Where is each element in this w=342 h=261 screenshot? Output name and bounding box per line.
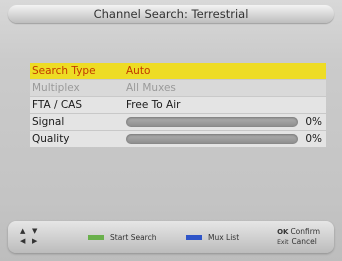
start-search-hint[interactable]: Start Search [88,233,156,242]
multiplex-label: Multiplex [32,82,80,94]
down-arrow-icon: ▼ [32,227,38,235]
menu-row-multiplex: Multiplex All Muxes [30,80,326,96]
footer-hint-bar: ▲ ▼ ◀ ▶ Start Search Mux List OK Confirm Ex… [8,221,334,253]
quality-label: Quality [32,133,70,145]
menu-row-quality: Quality 0% [30,131,326,147]
cancel-hint[interactable]: Exit Cancel [277,237,320,248]
navigation-keys: ▲ ▼ ◀ ▶ [20,226,50,246]
menu-row-search-type[interactable]: Search Type Auto [30,63,326,79]
mux-list-label: Mux List [208,233,240,242]
left-arrow-icon: ◀ [20,237,26,245]
confirm-label: Confirm [290,227,320,236]
quality-bar [126,134,298,144]
search-type-label: Search Type [32,65,96,77]
start-search-label: Start Search [110,233,157,242]
signal-strength-bar [126,117,298,127]
search-type-value[interactable]: Auto [126,63,150,79]
green-key-icon [88,235,104,240]
quality-percent: 0% [305,133,322,145]
signal-percent: 0% [305,116,322,128]
screen-background: Channel Search: Terrestrial Search Type … [0,0,342,261]
fta-cas-value[interactable]: Free To Air [126,97,180,113]
confirm-cancel-hints: OK Confirm Exit Cancel [277,227,320,248]
window-title: Channel Search: Terrestrial [8,5,334,23]
confirm-hint[interactable]: OK Confirm [277,227,320,237]
ok-key-icon: OK [277,228,289,236]
up-arrow-icon: ▲ [20,227,26,235]
signal-label: Signal [32,116,65,128]
fta-cas-label: FTA / CAS [32,99,83,111]
mux-list-hint[interactable]: Mux List [186,233,239,242]
multiplex-value: All Muxes [126,82,176,94]
blue-key-icon [186,235,202,240]
exit-key-icon: Exit [277,239,289,246]
menu-row-fta-cas[interactable]: FTA / CAS Free To Air [30,97,326,113]
search-settings-menu: Search Type Auto Multiplex All Muxes FTA… [30,63,326,148]
right-arrow-icon: ▶ [32,237,38,245]
menu-row-signal: Signal 0% [30,114,326,130]
cancel-label: Cancel [291,237,317,246]
